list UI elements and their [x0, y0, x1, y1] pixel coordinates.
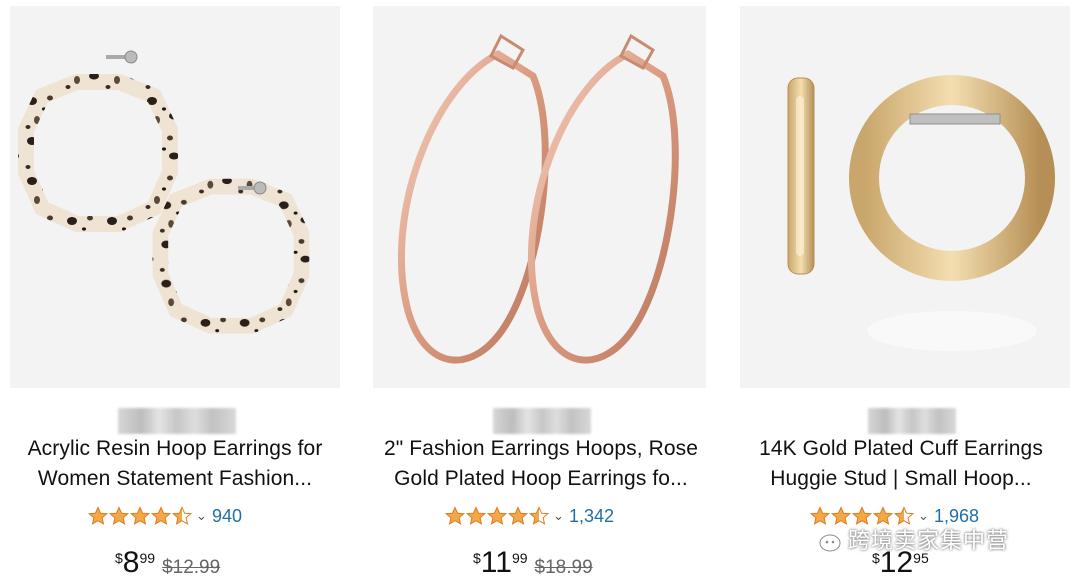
star-icon — [508, 506, 528, 525]
price-fraction: 99 — [139, 550, 156, 566]
star-icon — [172, 506, 192, 525]
rating-row: ⌄ 1,342 — [445, 503, 614, 529]
product-title[interactable]: Acrylic Resin Hoop Earrings for Women St… — [10, 434, 340, 494]
chevron-down-icon[interactable]: ⌄ — [553, 506, 564, 526]
price: $ 11 99 $18.99 — [473, 545, 593, 585]
star-rating[interactable] — [445, 506, 550, 526]
product-image[interactable] — [740, 6, 1070, 388]
star-icon — [466, 506, 486, 525]
star-icon — [88, 506, 108, 525]
wechat-icon — [809, 526, 841, 552]
product-title[interactable]: 14K Gold Plated Cuff Earrings Huggie Stu… — [740, 434, 1062, 494]
product-title-line[interactable]: Acrylic Resin Hoop Earrings for — [10, 434, 340, 464]
star-icon — [529, 506, 549, 525]
price-whole: 11 — [480, 546, 512, 579]
product-card[interactable]: Acrylic Resin Hoop Earrings for Women St… — [10, 0, 340, 586]
product-title-line[interactable]: 14K Gold Plated Cuff Earrings — [740, 434, 1062, 464]
review-count-link[interactable]: 1,342 — [569, 506, 614, 527]
rose-gold-hoop-earrings-icon — [397, 33, 679, 364]
product-card[interactable]: 2" Fashion Earrings Hoops, Rose Gold Pla… — [373, 0, 706, 586]
watermark: 跨境卖家集中营 — [808, 522, 1009, 556]
watermark-text: 跨境卖家集中营 — [848, 528, 1010, 553]
brand-name-blurred — [118, 408, 236, 434]
star-icon — [487, 506, 507, 525]
rating-row: ⌄ 940 — [88, 503, 242, 529]
list-price: $12.99 — [162, 557, 221, 578]
brand-name-blurred — [868, 408, 956, 434]
product-title-line[interactable]: Women Statement Fashion... — [10, 464, 340, 494]
product-image[interactable] — [10, 6, 340, 388]
star-icon — [151, 506, 171, 525]
price-whole: 8 — [122, 546, 140, 579]
star-icon — [445, 506, 465, 525]
product-title-line[interactable]: Gold Plated Hoop Earrings fo... — [373, 464, 709, 494]
tortoiseshell-octagon-hoop-earrings-icon — [18, 50, 310, 334]
review-count-link[interactable]: 940 — [212, 506, 242, 527]
price-currency: $ — [473, 550, 481, 566]
star-icon — [109, 506, 129, 525]
price-currency: $ — [115, 550, 123, 566]
price-fraction: 99 — [511, 550, 528, 566]
product-title[interactable]: 2" Fashion Earrings Hoops, Rose Gold Pla… — [373, 434, 709, 494]
product-title-line[interactable]: Huggie Stud | Small Hoop... — [740, 464, 1062, 494]
product-title-line[interactable]: 2" Fashion Earrings Hoops, Rose — [373, 434, 709, 464]
star-rating[interactable] — [88, 506, 193, 526]
product-card[interactable]: 14K Gold Plated Cuff Earrings Huggie Stu… — [740, 0, 1070, 586]
price: $ 8 99 $12.99 — [115, 545, 220, 585]
brand-name-blurred — [493, 408, 591, 434]
star-icon — [130, 506, 150, 525]
list-price: $18.99 — [534, 557, 593, 578]
product-image[interactable] — [373, 6, 706, 388]
chevron-down-icon[interactable]: ⌄ — [196, 506, 207, 526]
gold-huggie-cuff-earrings-icon — [787, 75, 1055, 351]
